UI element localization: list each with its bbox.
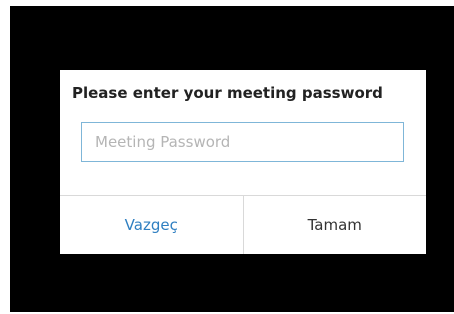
- cancel-button[interactable]: Vazgeç: [60, 196, 244, 254]
- meeting-password-dialog: Please enter your meeting password Vazge…: [60, 70, 426, 254]
- screen-backdrop: Please enter your meeting password Vazge…: [10, 6, 454, 312]
- dialog-button-row: Vazgeç Tamam: [60, 195, 426, 254]
- ok-button[interactable]: Tamam: [243, 196, 426, 254]
- meeting-password-input[interactable]: [81, 122, 404, 162]
- dialog-title: Please enter your meeting password: [72, 84, 383, 102]
